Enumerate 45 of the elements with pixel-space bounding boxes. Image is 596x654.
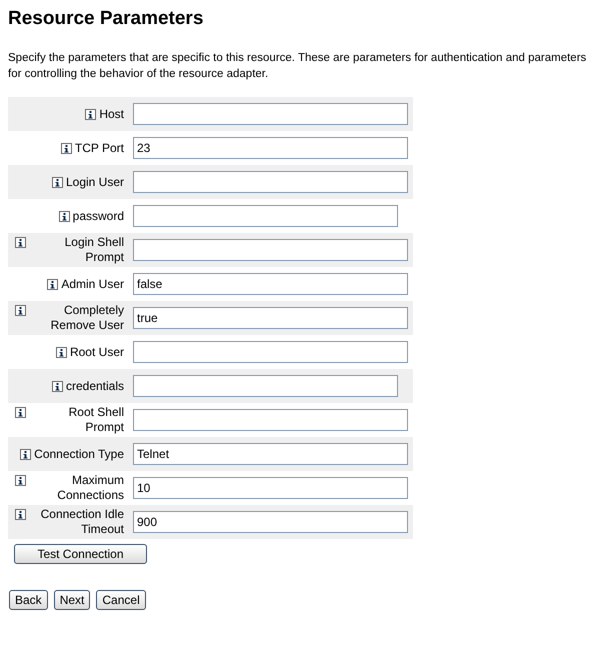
field-label: password <box>72 208 124 224</box>
field-label: Login User <box>66 174 124 190</box>
info-icon[interactable] <box>15 407 26 418</box>
description-text: Specify the parameters that are specific to this resource. These are parameters for authentication and parameters for controlling the behavior of the resource adapter. <box>8 51 588 82</box>
input-field[interactable]: false <box>133 273 408 295</box>
field-label: Connection Type <box>34 446 124 462</box>
info-icon[interactable] <box>56 346 67 358</box>
input-field[interactable] <box>133 409 408 431</box>
input-field[interactable]: 900 <box>133 511 408 533</box>
info-icon[interactable] <box>15 237 26 248</box>
field-label: Completely Remove User <box>50 303 124 333</box>
info-icon[interactable] <box>15 305 26 316</box>
nav-button[interactable]: Back <box>9 590 48 610</box>
password-field[interactable] <box>133 205 398 227</box>
test-connection-button[interactable]: Test Connection <box>14 544 147 564</box>
field-label: Admin User <box>61 276 124 292</box>
page-title: Resource Parameters <box>8 8 204 30</box>
info-icon[interactable] <box>20 448 32 460</box>
input-field[interactable]: 23 <box>133 137 408 159</box>
field-label: Root Shell Prompt <box>68 405 124 435</box>
info-icon[interactable] <box>15 509 26 520</box>
input-field[interactable]: true <box>133 307 408 329</box>
info-icon[interactable] <box>52 380 63 392</box>
info-icon[interactable] <box>85 108 96 120</box>
info-icon[interactable] <box>58 210 70 222</box>
field-label: Connection Idle Timeout <box>40 507 124 537</box>
field-label: Root User <box>70 344 124 360</box>
input-field[interactable]: Telnet <box>133 443 408 465</box>
password-field[interactable] <box>133 375 398 397</box>
input-field[interactable]: 10 <box>133 477 408 499</box>
input-field[interactable] <box>133 239 408 261</box>
field-label: TCP Port <box>74 140 124 156</box>
info-icon[interactable] <box>52 176 63 188</box>
nav-button[interactable]: Next <box>54 590 90 610</box>
info-icon[interactable] <box>60 142 72 154</box>
input-field[interactable] <box>133 341 408 363</box>
nav-button[interactable]: Cancel <box>96 590 146 610</box>
input-field[interactable] <box>133 103 408 125</box>
field-label: credentials <box>66 378 124 394</box>
field-label: Host <box>99 106 124 122</box>
field-label: Maximum Connections <box>56 473 124 503</box>
info-icon[interactable] <box>47 278 58 290</box>
input-field[interactable] <box>133 171 408 193</box>
info-icon[interactable] <box>15 475 26 486</box>
field-label: Login Shell Prompt <box>64 235 124 265</box>
